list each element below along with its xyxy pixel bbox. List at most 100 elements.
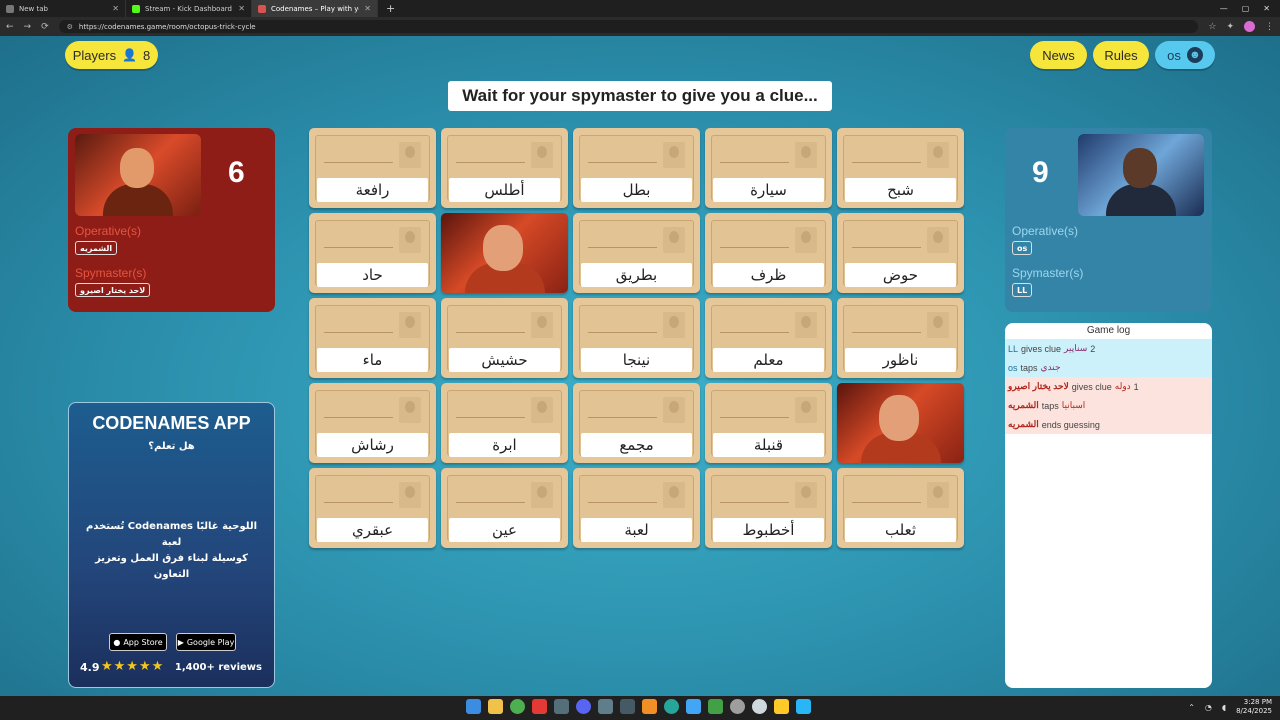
word-card[interactable]: رافعة (309, 128, 436, 208)
agent-silhouette-icon (399, 142, 421, 168)
news-label: News (1042, 47, 1075, 63)
taskbar-clock[interactable]: 3:28 PM 8/24/2025 (1236, 698, 1272, 716)
app-icon[interactable] (686, 699, 701, 714)
reload-icon[interactable]: ⟳ (41, 22, 49, 32)
word-card[interactable]: ظرف (705, 213, 832, 293)
app-store-button[interactable]: ● App Store (109, 633, 167, 651)
user-button[interactable]: os ☻ (1155, 41, 1215, 69)
file-explorer-icon[interactable] (488, 699, 503, 714)
card-word: ماء (317, 348, 428, 372)
word-card[interactable]: قنبلة (705, 383, 832, 463)
wifi-icon[interactable]: ◔ (1205, 703, 1212, 712)
discord-icon[interactable] (576, 699, 591, 714)
game-log-entries: LL gives clue سناپير 2 os taps جندي لاحد يختار … (1005, 339, 1212, 434)
word-card[interactable]: مجمع (573, 383, 700, 463)
card-line (720, 332, 789, 333)
start-icon[interactable] (466, 699, 481, 714)
edge-icon[interactable] (664, 699, 679, 714)
word-card[interactable]: نينجا (573, 298, 700, 378)
agent-silhouette-icon (927, 482, 949, 508)
card-word: بطريق (581, 263, 692, 287)
person-icon: 👤 (122, 48, 138, 62)
profile-avatar[interactable] (1244, 21, 1255, 32)
word-card[interactable]: ناظور (837, 298, 964, 378)
window-controls: — ▢ ✕ (1220, 4, 1280, 13)
game-log-entry: لاحد يختار اصيرو gives clue دوله 1 (1005, 377, 1212, 396)
word-card[interactable]: سيارة (705, 128, 832, 208)
rules-button[interactable]: Rules (1093, 41, 1149, 69)
site-info-icon[interactable]: ⚙ (67, 23, 73, 31)
extensions-icon[interactable]: ✦ (1226, 22, 1234, 32)
blue-score: 9 (1032, 156, 1049, 189)
word-card[interactable]: حاد (309, 213, 436, 293)
google-play-button[interactable]: ▶ Google Play (176, 633, 236, 651)
word-card[interactable]: أطلس (441, 128, 568, 208)
app-icon[interactable] (620, 699, 635, 714)
back-icon[interactable]: ← (6, 22, 14, 32)
tab-kick-dashboard[interactable]: Stream - Kick Dashboard ✕ (126, 0, 252, 17)
close-icon[interactable]: ✕ (364, 4, 371, 13)
log-clue-word: جندي (1040, 362, 1061, 372)
tab-title: Codenames – Play with your Frie… (271, 4, 359, 13)
red-operatives-label: Operative(s) (75, 224, 142, 238)
app-icon[interactable] (598, 699, 613, 714)
minimize-icon[interactable]: — (1220, 4, 1228, 13)
chrome-icon[interactable] (510, 699, 525, 714)
word-card[interactable]: لعبة (573, 468, 700, 548)
game-log-title: Game log (1086, 325, 1131, 336)
maximize-icon[interactable]: ▢ (1242, 4, 1250, 13)
word-card[interactable]: شبح (837, 128, 964, 208)
app-icon[interactable] (730, 699, 745, 714)
youtube-icon[interactable] (532, 699, 547, 714)
app-icon[interactable] (642, 699, 657, 714)
ad-reviews: 1,400+ reviews (174, 662, 262, 673)
close-window-icon[interactable]: ✕ (1263, 4, 1270, 13)
blue-spymaster-chip: LL (1012, 283, 1033, 297)
word-card[interactable]: بطل (573, 128, 700, 208)
word-card[interactable]: ماء (309, 298, 436, 378)
game-log-panel[interactable]: Game log LL gives clue سناپير 2 os taps جندي لا… (1005, 323, 1212, 688)
agent-silhouette-icon (399, 482, 421, 508)
news-button[interactable]: News (1030, 41, 1087, 69)
chevron-up-icon[interactable]: ⌃ (1188, 703, 1195, 712)
word-card[interactable]: أخطبوط (705, 468, 832, 548)
apple-icon: ● (113, 637, 121, 647)
word-card[interactable]: معلم (705, 298, 832, 378)
blue-operatives-label: Operative(s) (1012, 224, 1079, 238)
settings-icon[interactable] (752, 699, 767, 714)
card-line (588, 417, 657, 418)
word-card[interactable]: ثعلب (837, 468, 964, 548)
app-icon[interactable] (796, 699, 811, 714)
card-word: عبقري (317, 518, 428, 542)
menu-icon[interactable]: ⋮ (1265, 22, 1274, 32)
close-icon[interactable]: ✕ (238, 4, 245, 13)
user-name: os (1167, 47, 1181, 63)
forward-icon[interactable]: → (24, 22, 32, 32)
url-field[interactable]: ⚙ https://codenames.game/room/octopus-tr… (58, 20, 1199, 33)
word-card-revealed-red[interactable] (441, 213, 568, 293)
volume-icon[interactable]: ◖ (1222, 703, 1226, 712)
word-card[interactable]: حشيش (441, 298, 568, 378)
word-card[interactable]: بطريق (573, 213, 700, 293)
codenames-app-ad[interactable]: CODENAMES APP هل تعلم؟ اللوحية غالبًا Co… (68, 402, 275, 688)
card-word: بطل (581, 178, 692, 202)
new-tab-button[interactable]: + (378, 2, 403, 15)
players-button[interactable]: Players 👤 8 (65, 41, 158, 69)
word-card[interactable]: رشاش (309, 383, 436, 463)
steam-icon[interactable] (554, 699, 569, 714)
word-card[interactable]: ابرة (441, 383, 568, 463)
word-card[interactable]: عبقري (309, 468, 436, 548)
app-icon[interactable] (774, 699, 789, 714)
tab-codenames[interactable]: Codenames – Play with your Frie… ✕ (252, 0, 378, 17)
close-icon[interactable]: ✕ (112, 4, 119, 13)
tab-new-tab[interactable]: New tab ✕ (0, 0, 126, 17)
card-word: ناظور (845, 348, 956, 372)
word-card[interactable]: عين (441, 468, 568, 548)
log-player-name: LL (1008, 343, 1019, 354)
word-card[interactable]: حوض (837, 213, 964, 293)
bookmark-star-icon[interactable]: ☆ (1208, 22, 1216, 32)
agent-silhouette-icon (531, 397, 553, 423)
word-card-revealed-red[interactable] (837, 383, 964, 463)
app-icon[interactable] (708, 699, 723, 714)
blue-spy-portrait (1078, 134, 1204, 216)
